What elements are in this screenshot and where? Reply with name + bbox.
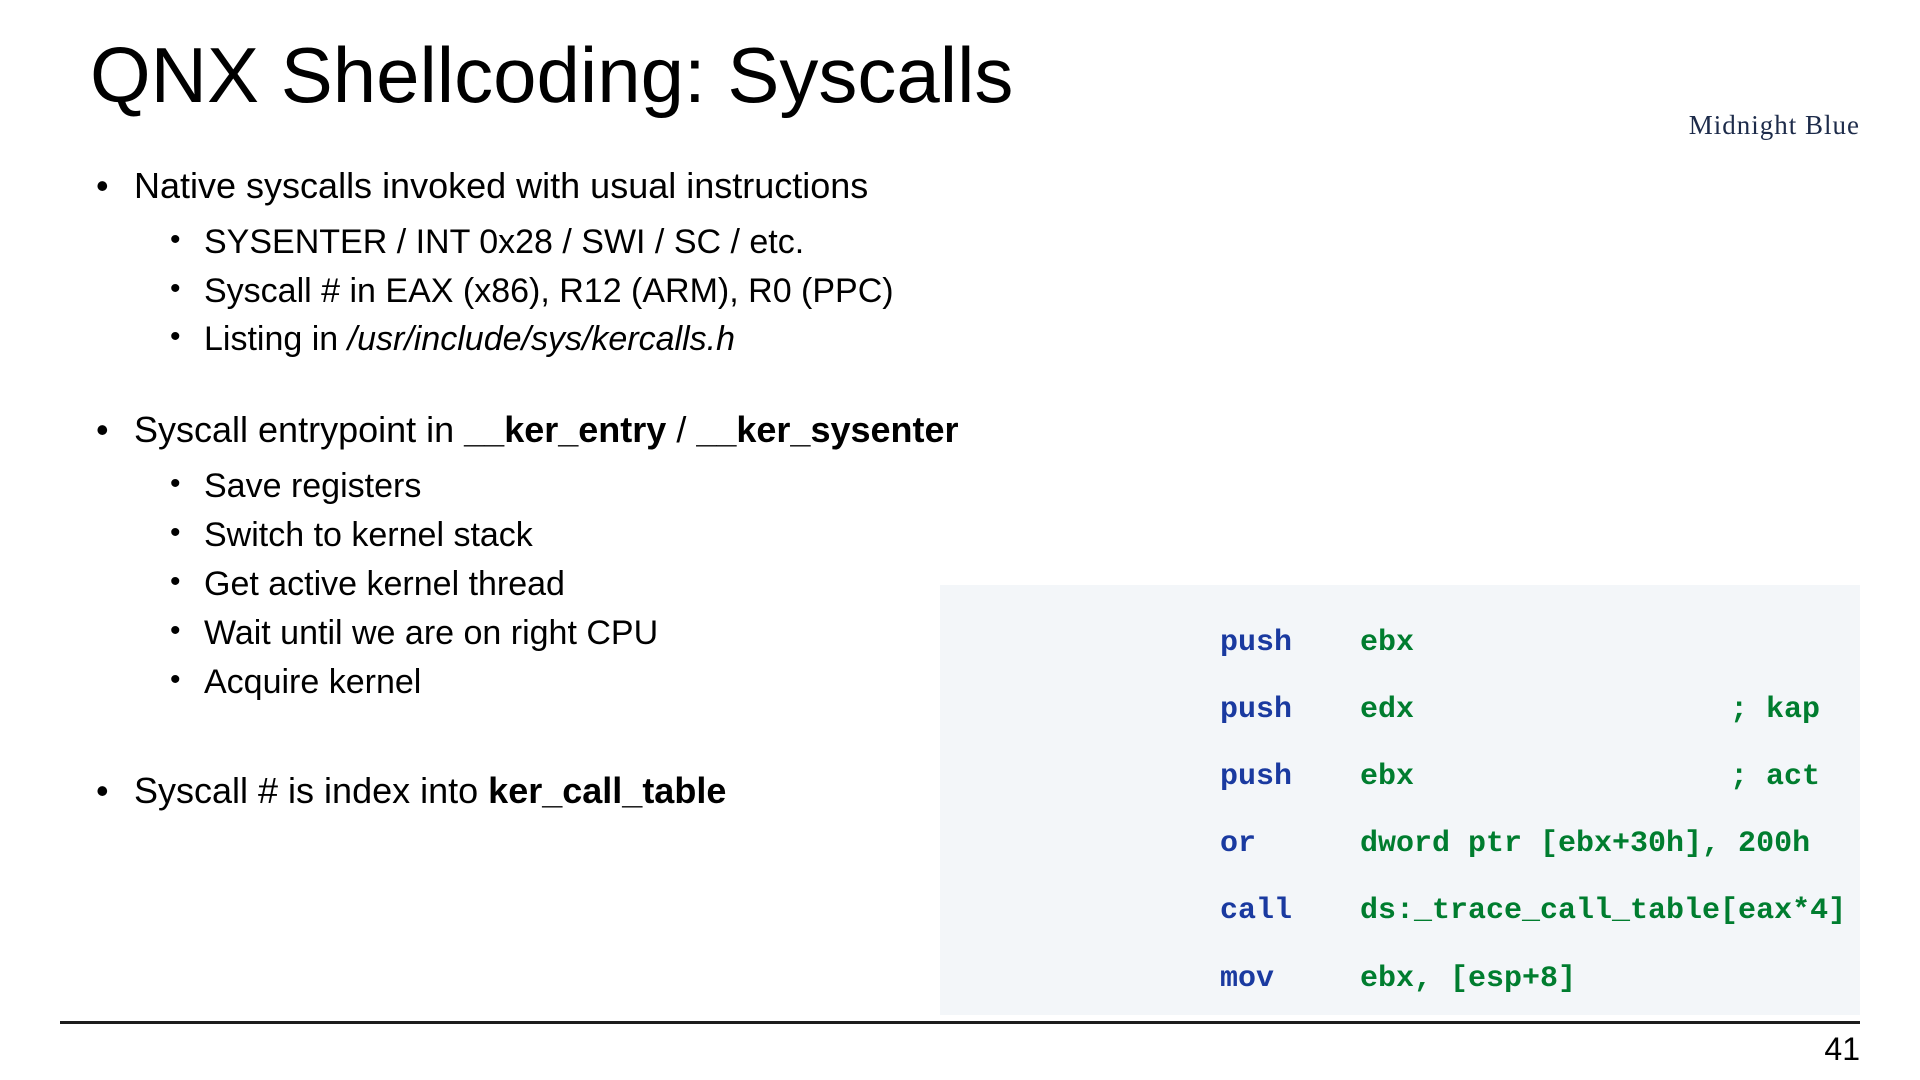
bullet-2-bold-1: __ker_entry — [464, 409, 666, 450]
crescent-icon — [1729, 28, 1819, 106]
asm-op: push — [1220, 694, 1360, 728]
asm-arg: edx — [1360, 694, 1730, 728]
brand-name: Midnight Blue — [1689, 110, 1860, 141]
bullet-1-sub-3-prefix: Listing in — [204, 320, 348, 358]
bullet-1-sub-3: Listing in /usr/include/sys/kercalls.h — [134, 316, 1850, 363]
bullet-2-bold-2: __ker_sysenter — [696, 409, 958, 450]
bullet-1-sub-1: SYSENTER / INT 0x28 / SWI / SC / etc. — [134, 219, 1850, 266]
asm-arg: ds:_trace_call_table[eax*4] — [1360, 894, 1846, 928]
asm-arg: dword ptr [ebx+30h], 200h — [1360, 827, 1810, 861]
bullet-3-bold: ker_call_table — [488, 770, 726, 811]
asm-comment: ; kap — [1730, 693, 1820, 727]
asm-arg: ebx, [esp+8] — [1360, 962, 1576, 996]
bullet-1-sublist: SYSENTER / INT 0x28 / SWI / SC / etc. Sy… — [134, 219, 1850, 364]
asm-arg: ebx — [1360, 761, 1730, 795]
asm-op: call — [1220, 895, 1360, 929]
slide-title: QNX Shellcoding: Syscalls — [90, 30, 1850, 121]
bullet-2-mid: / — [666, 409, 696, 450]
asm-arg: ebx — [1360, 626, 1414, 660]
bullet-2-sub-1: Save registers — [134, 463, 1850, 510]
bullet-1-text: Native syscalls invoked with usual instr… — [134, 165, 868, 206]
bullet-1-sub-3-path: /usr/include/sys/kercalls.h — [348, 320, 735, 358]
bullet-1-sub-2: Syscall # in EAX (x86), R12 (ARM), R0 (P… — [134, 268, 1850, 315]
bullet-2-prefix: Syscall entrypoint in — [134, 409, 464, 450]
slide: QNX Shellcoding: Syscalls Midnight Blue … — [0, 0, 1920, 1080]
bullet-1: Native syscalls invoked with usual instr… — [90, 161, 1850, 363]
brand-logo: Midnight Blue — [1689, 28, 1860, 141]
asm-op: push — [1220, 627, 1360, 661]
disassembly-listing: pushebx pushedx; kap pushebx; act ordwor… — [940, 585, 1860, 1015]
footer-divider — [60, 1021, 1860, 1024]
asm-op: or — [1220, 828, 1360, 862]
asm-op: push — [1220, 761, 1360, 795]
bullet-3-prefix: Syscall # is index into — [134, 770, 488, 811]
page-number: 41 — [1824, 1031, 1860, 1068]
asm-comment: ; act — [1730, 760, 1820, 794]
bullet-2-sub-2: Switch to kernel stack — [134, 512, 1850, 559]
asm-op: mov — [1220, 963, 1360, 997]
